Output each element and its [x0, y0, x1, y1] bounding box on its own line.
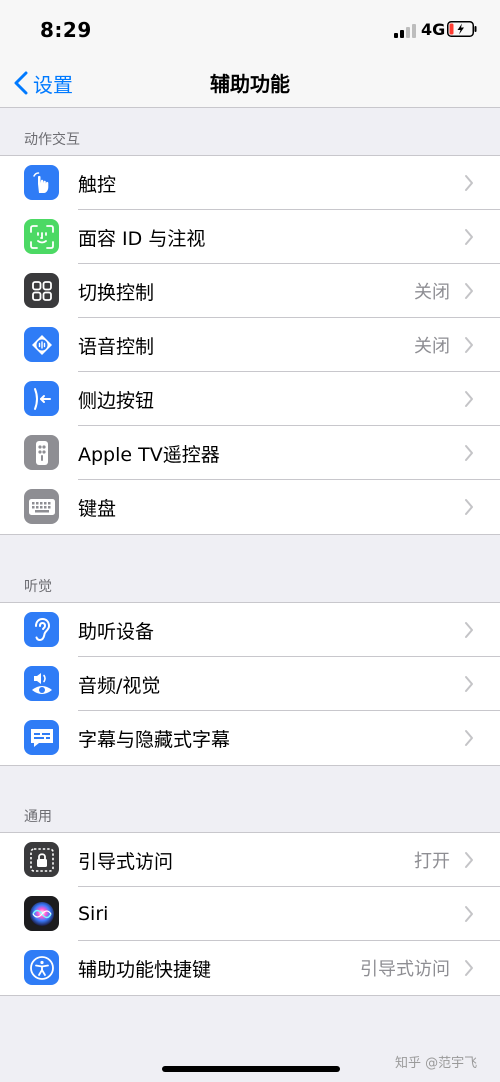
ear-icon: [24, 612, 59, 647]
row-value: 引导式访问: [360, 959, 450, 980]
row-value: 打开: [414, 851, 450, 872]
touch-icon: [24, 165, 59, 200]
battery-low-icon: [447, 21, 477, 37]
side-button-icon: [24, 381, 59, 416]
row-label: 助听设备: [78, 620, 155, 643]
cellular-signal-icon: [394, 24, 416, 38]
switch-control-icon: [24, 273, 59, 308]
apple-tv-remote-icon: [24, 435, 59, 470]
row-accessibility-shortcut[interactable]: 辅助功能快捷键 引导式访问: [0, 941, 500, 995]
row-label: 键盘: [78, 497, 117, 520]
row-guided-access[interactable]: 引导式访问 打开: [0, 833, 500, 887]
network-type: 4G: [421, 20, 446, 39]
keyboard-icon: [24, 489, 59, 524]
face-id-icon: [24, 219, 59, 254]
watermark: 知乎 @范宇飞: [395, 1056, 478, 1071]
chevron-right-icon: [465, 676, 473, 692]
voice-control-icon: [24, 327, 59, 362]
row-hearing-devices[interactable]: 助听设备: [0, 603, 500, 657]
navigation-bar: 设置 辅助功能: [0, 58, 500, 108]
row-label: 触控: [78, 173, 117, 196]
row-switch-control[interactable]: 切换控制 关闭: [0, 264, 500, 318]
chevron-right-icon: [465, 622, 473, 638]
row-label: 切换控制: [78, 281, 155, 304]
row-label: 引导式访问: [78, 850, 174, 873]
row-voice-control[interactable]: 语音控制 关闭: [0, 318, 500, 372]
chevron-right-icon: [465, 906, 473, 922]
row-label: 语音控制: [78, 335, 155, 358]
row-subtitles[interactable]: 字幕与隐藏式字幕: [0, 711, 500, 765]
chevron-right-icon: [465, 445, 473, 461]
row-label: 字幕与隐藏式字幕: [78, 728, 231, 751]
section-group-general: 引导式访问 打开 Siri 辅助功能快捷键 引导式访问: [0, 832, 500, 996]
home-indicator[interactable]: [162, 1066, 340, 1072]
row-label: 面容 ID 与注视: [78, 227, 206, 250]
subtitles-icon: [24, 720, 59, 755]
row-siri[interactable]: Siri: [0, 887, 500, 941]
guided-access-icon: [24, 842, 59, 877]
chevron-right-icon: [465, 337, 473, 353]
row-label: Apple TV遥控器: [78, 443, 220, 466]
chevron-right-icon: [465, 852, 473, 868]
chevron-right-icon: [465, 229, 473, 245]
chevron-right-icon: [465, 283, 473, 299]
chevron-right-icon: [465, 730, 473, 746]
row-face-id[interactable]: 面容 ID 与注视: [0, 210, 500, 264]
section-group-hearing: 助听设备 音频/视觉 字幕与隐藏式字幕: [0, 602, 500, 766]
accessibility-icon: [24, 950, 59, 985]
row-value: 关闭: [414, 282, 450, 303]
page-title: 辅助功能: [210, 72, 290, 96]
audio-visual-icon: [24, 666, 59, 701]
row-label: 侧边按钮: [78, 389, 155, 412]
chevron-right-icon: [465, 499, 473, 515]
row-label: 辅助功能快捷键: [78, 958, 212, 981]
siri-icon: [24, 896, 59, 931]
row-label: Siri: [78, 903, 109, 925]
row-value: 关闭: [414, 336, 450, 357]
chevron-right-icon: [465, 391, 473, 407]
row-apple-tv-remote[interactable]: Apple TV遥控器: [0, 426, 500, 480]
row-label: 音频/视觉: [78, 674, 161, 697]
row-touch[interactable]: 触控: [0, 156, 500, 210]
section-header-hearing: 听觉: [24, 579, 52, 595]
section-group-interaction: 触控 面容 ID 与注视 切换控制 关闭 语音控制 关闭 侧边按钮 Apple …: [0, 155, 500, 535]
status-bar: 8:29 4G: [0, 0, 500, 58]
row-side-button[interactable]: 侧边按钮: [0, 372, 500, 426]
chevron-right-icon: [465, 175, 473, 191]
section-header-interaction: 动作交互: [24, 132, 80, 148]
status-time: 8:29: [40, 18, 92, 42]
row-audio-visual[interactable]: 音频/视觉: [0, 657, 500, 711]
row-keyboard[interactable]: 键盘: [0, 480, 500, 534]
chevron-right-icon: [465, 960, 473, 976]
section-header-general: 通用: [24, 809, 52, 825]
